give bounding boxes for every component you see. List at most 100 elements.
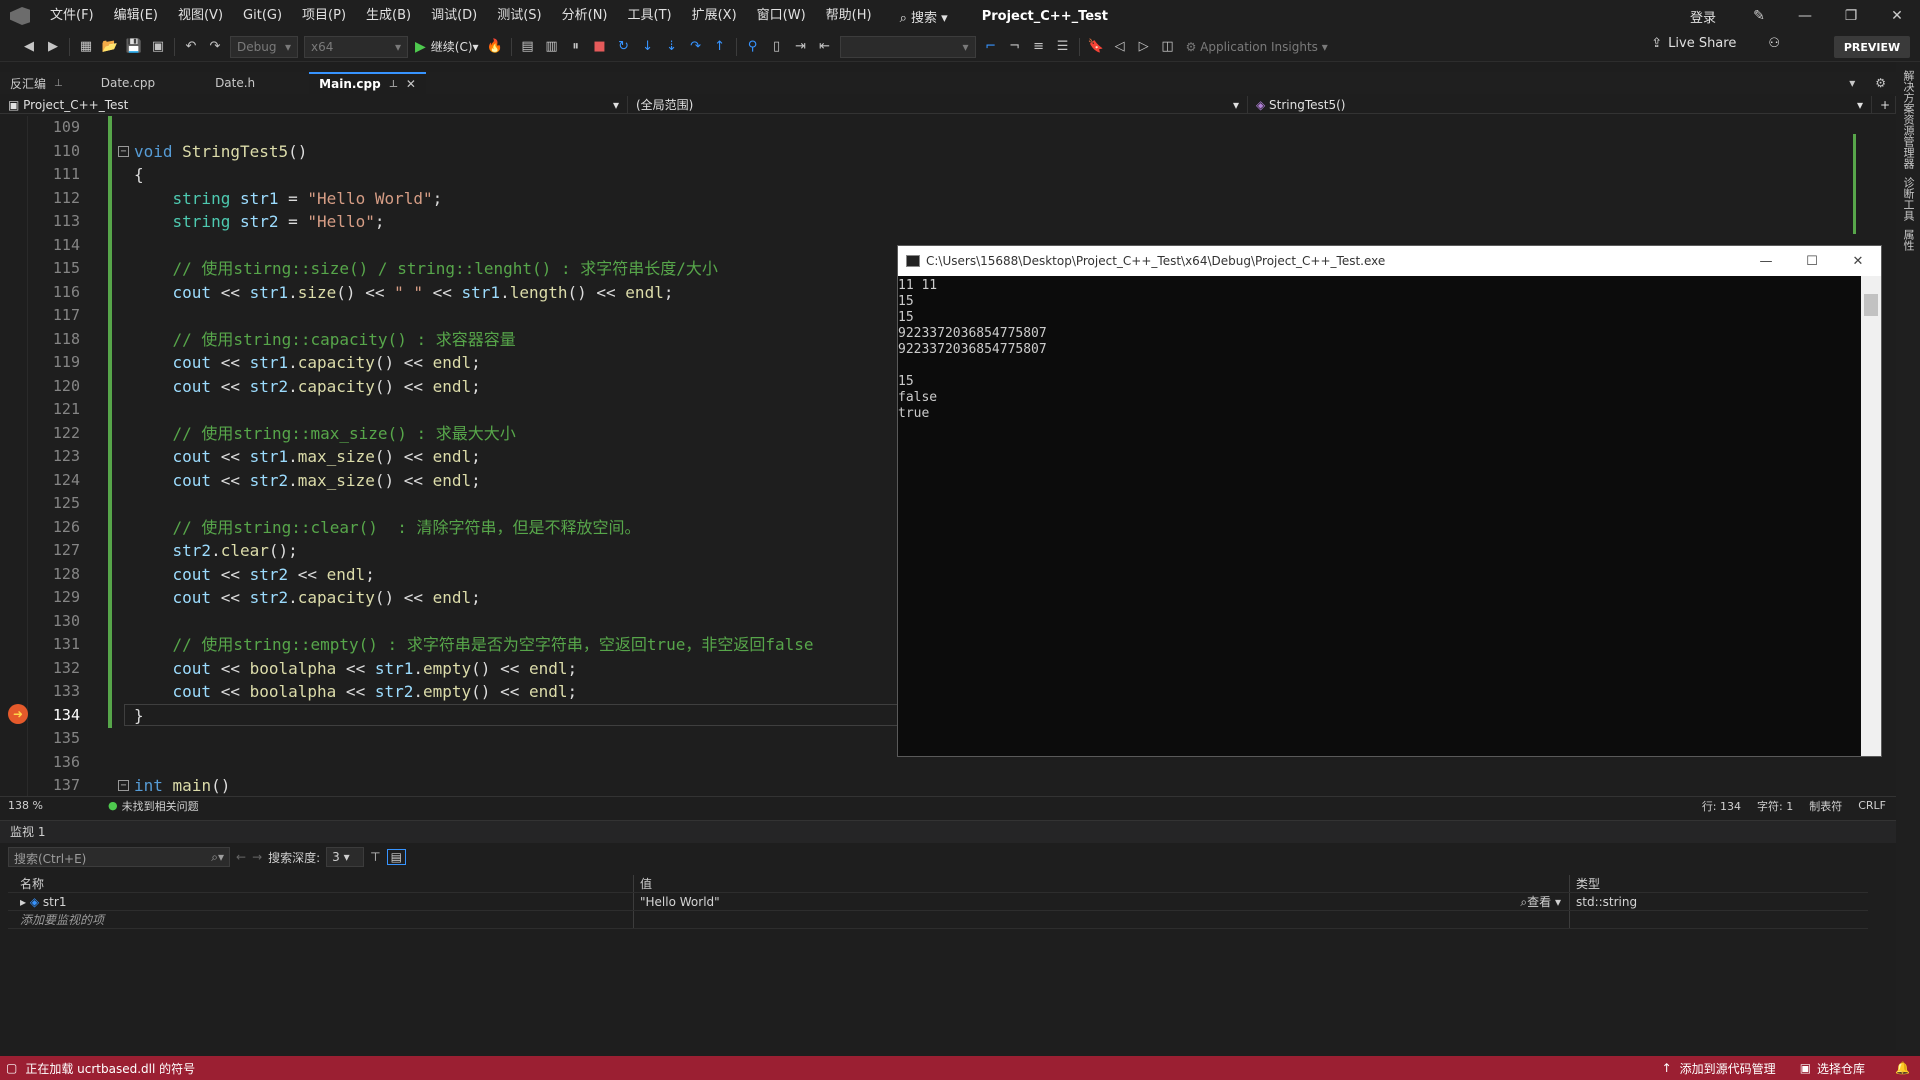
platform-select[interactable]: x64 ▾ [304,35,408,58]
collapse-icon[interactable]: − [118,145,129,157]
pin-icon[interactable]: ⊥ [389,79,398,90]
notifications-icon[interactable]: 🔔 [1895,1061,1910,1075]
expand-icon[interactable]: ▸ [20,895,26,909]
pin-watch-icon[interactable]: ⊤ [370,850,380,864]
add-source-control-button[interactable]: 添加到源代码管理 [1680,1060,1776,1077]
continue-button[interactable]: ▶ 继续(C) ▾ [415,38,479,55]
table-row[interactable]: ▸ ◈ str1 "Hello World" ⌕查看 ▾ std::string [8,893,1868,911]
settings-gear-icon[interactable]: ⚙ [1865,72,1896,94]
live-share-button[interactable]: ⇪ Live Share ⚇ [1651,36,1780,51]
properties-tab[interactable]: 属性 [1900,229,1916,251]
step-into-icon[interactable]: ⇣ [661,36,683,58]
config-select[interactable]: Debug ▾ [230,35,298,58]
undo-icon[interactable]: ↶ [180,36,202,58]
pin-icon[interactable]: ⊥ [54,78,63,89]
menu-edit[interactable]: 编辑(E) [104,0,168,32]
step-over-icon[interactable]: ↓ [637,36,659,58]
target-select[interactable]: ▾ [839,35,976,58]
layout-icon[interactable]: ▥ [541,36,563,58]
column-name[interactable]: 名称 [8,875,634,892]
back-arrow-icon[interactable]: ← [236,850,246,864]
preview-button[interactable]: PREVIEW [1834,36,1910,58]
column-value[interactable]: 值 [634,875,1570,892]
tab-date-h[interactable]: Date.h [205,72,265,94]
add-watch-row[interactable]: 添加要监视的项 [8,911,1868,929]
console-titlebar[interactable]: C:\Users\15688\Desktop\Project_C++_Test\… [898,246,1881,276]
menu-analyze[interactable]: 分析(N) [552,0,618,32]
outdent-icon[interactable]: ⇤ [814,36,836,58]
uncomment-icon[interactable]: ¬ [1004,36,1026,58]
comment-icon[interactable]: ⌐ [980,36,1002,58]
restart-icon[interactable]: ↻ [613,36,635,58]
collapse-icon[interactable]: − [118,780,129,791]
bookmark-icon[interactable]: 🔖 [1085,36,1107,58]
close-icon[interactable]: ✕ [1874,8,1920,24]
search-button[interactable]: ⌕ 搜索 ▾ [890,7,958,26]
solution-explorer-tab[interactable]: 解决方案资源管理器 [1900,70,1916,169]
bookmark-next-icon[interactable]: ▷ [1133,36,1155,58]
select-repo-button[interactable]: 选择仓库 [1817,1060,1865,1077]
forward-nav-icon[interactable]: ▶ [42,36,64,58]
menu-project[interactable]: 项目(P) [292,0,356,32]
stop-icon[interactable]: ■ [589,36,611,58]
tab-date-cpp[interactable]: Date.cpp [91,72,165,94]
console-scrollbar[interactable] [1861,276,1881,756]
doc-icon[interactable]: ▯ [766,36,788,58]
console-close-icon[interactable]: ✕ [1835,254,1881,269]
console-minimize-icon[interactable]: — [1743,254,1789,269]
view-button[interactable]: ⌕查看 ▾ [1520,893,1561,911]
menu-debug[interactable]: 调试(D) [421,0,487,32]
new-item-icon[interactable]: ▦ [75,36,97,58]
search-depth-select[interactable]: 3 ▾ [326,847,365,867]
tab-overflow-icon[interactable]: ▾ [1839,72,1865,94]
diagnostic-tools-tab[interactable]: 诊断工具 [1900,177,1916,221]
close-tab-icon[interactable]: ✕ [406,77,416,91]
project-dropdown[interactable]: ▣ Project_C++_Test ▾ [0,95,628,114]
hex-display-icon[interactable]: ▤ [386,849,406,865]
step-out-icon[interactable]: ↷ [685,36,707,58]
bookmark-clear-icon[interactable]: ◫ [1157,36,1179,58]
eol-indicator[interactable]: CRLF [1858,799,1886,812]
format-icon[interactable]: ☰ [1052,36,1074,58]
tab-indicator[interactable]: 制表符 [1809,798,1842,814]
pause-icon[interactable]: ⏸ [565,36,587,58]
restore-icon[interactable]: ❐ [1828,8,1874,24]
open-folder-icon[interactable]: 📂 [99,36,121,58]
menu-build[interactable]: 生成(B) [356,0,421,32]
watch-search-input[interactable]: 搜索(Ctrl+E) ⌕▾ [8,847,230,867]
tab-main-cpp[interactable]: Main.cpp ⊥ ✕ [309,72,426,94]
browser-icon[interactable]: ▤ [517,36,539,58]
menu-file[interactable]: 文件(F) [40,0,104,32]
menu-window[interactable]: 窗口(W) [747,0,816,32]
menu-test[interactable]: 测试(S) [487,0,551,32]
hot-reload-icon[interactable]: 🔥 [484,36,506,58]
function-dropdown[interactable]: ◈ StringTest5() ▾ [1248,95,1872,114]
align-icon[interactable]: ≡ [1028,36,1050,58]
menu-tools[interactable]: 工具(T) [618,0,682,32]
issues-status[interactable]: 未找到相关问题 [122,798,199,814]
watch-value[interactable]: "Hello World" [640,895,720,909]
menu-help[interactable]: 帮助(H) [816,0,882,32]
zoom-level[interactable]: 138 % [8,799,68,812]
menu-git[interactable]: Git(G) [233,0,292,32]
tab-disassembly[interactable]: 反汇编 ⊥ [0,72,73,94]
back-nav-icon[interactable]: ◀ [18,36,40,58]
bookmark-prev-icon[interactable]: ◁ [1109,36,1131,58]
feedback-icon[interactable]: ✎ [1736,8,1782,24]
scope-dropdown[interactable]: (全局范围) ▾ [628,95,1248,114]
split-icon[interactable]: + [1872,95,1896,114]
minimize-icon[interactable]: — [1782,8,1828,24]
app-insights-button[interactable]: ⚙ Application Insights ▾ [1186,40,1328,54]
menu-view[interactable]: 视图(V) [168,0,233,32]
login-button[interactable]: 登录 [1690,7,1716,26]
indent-icon[interactable]: ⇥ [790,36,812,58]
save-icon[interactable]: 💾 [123,36,145,58]
step-up-icon[interactable]: ↑ [709,36,731,58]
save-all-icon[interactable]: ▣ [147,36,169,58]
redo-icon[interactable]: ↷ [204,36,226,58]
menu-extensions[interactable]: 扩展(X) [682,0,747,32]
diagnostics-icon[interactable]: ⚲ [742,36,764,58]
console-window[interactable]: C:\Users\15688\Desktop\Project_C++_Test\… [897,245,1882,757]
column-type[interactable]: 类型 [1570,875,1868,892]
breakpoint-gutter[interactable] [0,116,28,796]
